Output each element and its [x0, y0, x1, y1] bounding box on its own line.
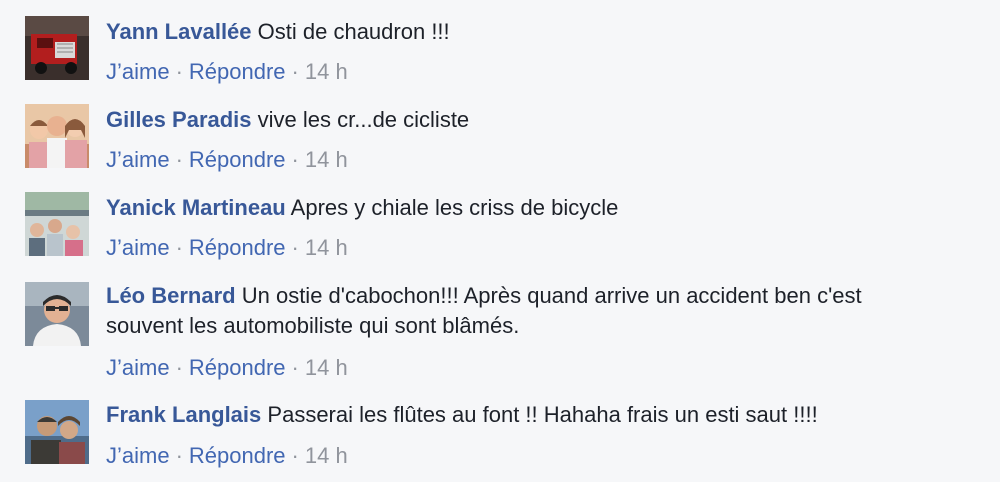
- comment-author-link[interactable]: Léo Bernard: [106, 283, 236, 308]
- comment-text-line: Léo Bernard Un ostie d'cabochon!!! Après…: [106, 281, 862, 311]
- man-with-sunglasses-photo-icon: [25, 282, 89, 346]
- separator-dot: ·: [175, 59, 183, 84]
- comment-actions: J’aime · Répondre · 14 h: [106, 354, 348, 382]
- comment-actions: J’aime · Répondre · 14 h: [106, 58, 348, 86]
- comment-text-line: souvent les automobiliste qui sont blâmé…: [106, 311, 519, 341]
- timestamp[interactable]: 14 h: [305, 235, 348, 260]
- avatar[interactable]: [25, 104, 89, 168]
- two-people-photo-icon: [25, 400, 89, 464]
- comment-text-line: Frank Langlais Passerai les flûtes au fo…: [106, 400, 818, 430]
- reply-link[interactable]: Répondre: [189, 235, 286, 260]
- comment-actions: J’aime · Répondre · 14 h: [106, 234, 348, 262]
- comment-text-line: Yanick Martineau Apres y chiale les cris…: [106, 193, 618, 223]
- separator-dot: ·: [291, 59, 299, 84]
- family-photo-icon: [25, 104, 89, 168]
- timestamp[interactable]: 14 h: [305, 355, 348, 380]
- timestamp[interactable]: 14 h: [305, 443, 348, 468]
- avatar[interactable]: [25, 16, 89, 80]
- avatar[interactable]: [25, 282, 89, 346]
- red-truck-photo-icon: [25, 16, 89, 80]
- separator-dot: ·: [291, 355, 299, 380]
- comment-text: vive les cr...de cicliste: [257, 107, 470, 132]
- comment-text: Un ostie d'cabochon!!! Après quand arriv…: [241, 283, 862, 308]
- comment-text: Osti de chaudron !!!: [257, 19, 450, 44]
- like-link[interactable]: J’aime: [106, 235, 170, 260]
- comment-actions: J’aime · Répondre · 14 h: [106, 146, 348, 174]
- comment-text: Passerai les flûtes au font !! Hahaha fr…: [267, 402, 818, 427]
- comment-text: souvent les automobiliste qui sont blâmé…: [106, 313, 520, 338]
- timestamp[interactable]: 14 h: [305, 147, 348, 172]
- comment-actions: J’aime · Répondre · 14 h: [106, 442, 348, 470]
- comment-author-link[interactable]: Yann Lavallée: [106, 19, 252, 44]
- separator-dot: ·: [175, 235, 183, 260]
- like-link[interactable]: J’aime: [106, 443, 170, 468]
- separator-dot: ·: [175, 147, 183, 172]
- avatar[interactable]: [25, 400, 89, 464]
- reply-link[interactable]: Répondre: [189, 59, 286, 84]
- separator-dot: ·: [291, 443, 299, 468]
- comment-text-line: Gilles Paradis vive les cr...de cicliste: [106, 105, 469, 135]
- like-link[interactable]: J’aime: [106, 147, 170, 172]
- comment-text: Apres y chiale les criss de bicycle: [290, 195, 619, 220]
- avatar[interactable]: [25, 192, 89, 256]
- reply-link[interactable]: Répondre: [189, 443, 286, 468]
- comment-text-line: Yann Lavallée Osti de chaudron !!!: [106, 17, 450, 47]
- reply-link[interactable]: Répondre: [189, 147, 286, 172]
- comment-author-link[interactable]: Yanick Martineau: [106, 195, 286, 220]
- separator-dot: ·: [291, 235, 299, 260]
- comment-author-link[interactable]: Frank Langlais: [106, 402, 261, 427]
- separator-dot: ·: [175, 443, 183, 468]
- reply-link[interactable]: Répondre: [189, 355, 286, 380]
- separator-dot: ·: [175, 355, 183, 380]
- like-link[interactable]: J’aime: [106, 59, 170, 84]
- like-link[interactable]: J’aime: [106, 355, 170, 380]
- comment-author-link[interactable]: Gilles Paradis: [106, 107, 252, 132]
- group-outdoor-photo-icon: [25, 192, 89, 256]
- timestamp[interactable]: 14 h: [305, 59, 348, 84]
- separator-dot: ·: [291, 147, 299, 172]
